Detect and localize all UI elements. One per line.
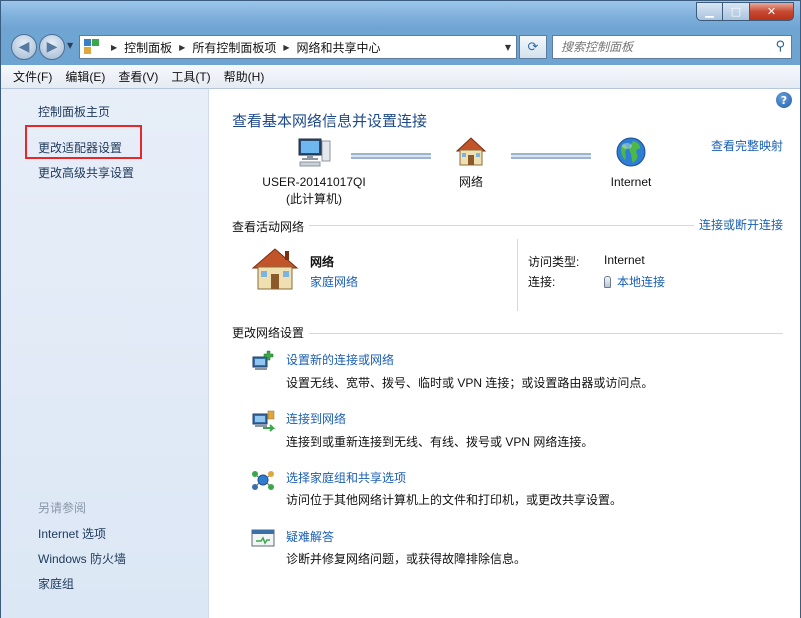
sidebar-item-firewall[interactable]: Windows 防火墙 [38,550,126,567]
minimize-button[interactable]: ▁ [696,2,723,21]
section-divider [309,333,783,334]
window-controls: ▁ □ ✕ [696,2,794,21]
address-bar[interactable]: ▶ 控制面板 ▶ 所有控制面板项 ▶ 网络和共享中心 ▼ [79,35,517,59]
menu-bar: 文件(F) 编辑(E) 查看(V) 工具(T) 帮助(H) [1,65,800,89]
help-icon[interactable]: ? [776,92,792,108]
internet-label: Internet [610,175,652,189]
map-node-internet[interactable]: Internet [591,135,671,191]
main-panel: ? 查看基本网络信息并设置连接 查看完整映射 USER-20141017QI (… [209,89,800,618]
new-connection-icon [252,350,274,370]
breadcrumb-separator-icon[interactable]: ▶ [111,43,117,52]
homegroup-sharing-link[interactable]: 选择家庭组和共享选项 [286,469,406,486]
navigation-bar: ◀ ▶ ▼ ▶ 控制面板 ▶ 所有控制面板项 ▶ 网络和共享中心 ▼ ⟳ ⚲ [1,29,800,65]
sidebar-item-homegroup[interactable]: 家庭组 [38,575,74,592]
sidebar: 控制面板主页 更改适配器设置 更改高级共享设置 另请参阅 Internet 选项… [1,89,209,618]
menu-edit[interactable]: 编辑(E) [65,68,105,85]
map-node-network[interactable]: 网络 [431,135,511,191]
close-button[interactable]: ✕ [750,2,794,21]
homegroup-icon [252,471,274,490]
connect-to-network-desc: 连接到或重新连接到无线、有线、拨号或 VPN 网络连接。 [286,435,594,449]
breadcrumb-separator-icon[interactable]: ▶ [179,43,185,52]
map-node-computer[interactable]: USER-20141017QI (此计算机) [254,135,374,208]
address-dropdown-icon[interactable]: ▼ [500,43,516,52]
computer-sub-label: (此计算机) [286,192,342,206]
computer-icon [298,138,331,167]
troubleshoot-desc: 诊断并修复网络问题，或获得故障排除信息。 [286,552,527,566]
sidebar-item-home[interactable]: 控制面板主页 [38,103,110,120]
network-adapter-icon [604,275,611,288]
house-icon [455,137,487,166]
refresh-icon: ⟳ [527,39,539,55]
homegroup-sharing-desc: 访问位于其他网络计算机上的文件和打印机，或更改共享设置。 [286,493,623,507]
view-full-map-link[interactable]: 查看完整映射 [711,137,783,154]
setup-connection-link[interactable]: 设置新的连接或网络 [286,351,394,368]
page-title: 查看基本网络信息并设置连接 [232,113,428,130]
breadcrumb-separator-icon[interactable]: ▶ [283,43,289,52]
maximize-button[interactable]: □ [723,2,750,21]
active-networks-title: 查看活动网络 [232,220,305,234]
computer-name: USER-20141017QI [262,175,366,189]
title-bar[interactable]: ▁ □ ✕ [1,1,800,29]
access-type-value: Internet [604,253,645,267]
map-connector [351,153,431,159]
access-type-label: 访问类型: [528,255,580,269]
home-network-icon [251,248,299,290]
search-box[interactable]: ⚲ [552,35,792,59]
section-divider [309,225,694,226]
recent-pages-dropdown-icon[interactable]: ▼ [67,41,73,50]
breadcrumb-network-center[interactable]: 网络和共享中心 [297,39,381,56]
sidebar-item-internet-options[interactable]: Internet 选项 [38,525,106,542]
search-icon[interactable]: ⚲ [775,39,785,54]
refresh-button[interactable]: ⟳ [519,35,547,59]
local-connection-link[interactable]: 本地连接 [604,273,665,290]
control-panel-icon [84,39,100,55]
map-connector [511,153,591,159]
highlight-box [25,125,142,159]
content-area: 控制面板主页 更改适配器设置 更改高级共享设置 另请参阅 Internet 选项… [1,89,800,618]
back-button[interactable]: ◀ [11,34,37,60]
connect-to-network-icon [252,410,275,432]
troubleshoot-link[interactable]: 疑难解答 [286,528,334,545]
forward-arrow-icon: ▶ [46,39,58,55]
menu-tools[interactable]: 工具(T) [171,68,210,85]
menu-view[interactable]: 查看(V) [118,68,158,85]
connect-to-network-link[interactable]: 连接到网络 [286,410,346,427]
network-label: 网络 [458,175,483,189]
network-type-link[interactable]: 家庭网络 [310,273,358,290]
window: ▁ □ ✕ ◀ ▶ ▼ ▶ 控制面板 ▶ 所有控制面板项 ▶ 网络和共享中心 ▼… [0,0,801,618]
breadcrumb-control-panel[interactable]: 控制面板 [124,39,172,56]
active-network-name: 网络 [310,255,335,269]
back-arrow-icon: ◀ [18,39,30,55]
menu-file[interactable]: 文件(F) [13,68,52,85]
sidebar-item-advanced-sharing[interactable]: 更改高级共享设置 [38,164,134,181]
menu-help[interactable]: 帮助(H) [224,68,265,85]
search-input[interactable] [561,40,761,54]
globe-icon [616,137,646,167]
setup-connection-desc: 设置无线、宽带、拨号、临时或 VPN 连接；或设置路由器或访问点。 [286,376,654,390]
connection-label: 连接: [528,275,556,289]
change-settings-title: 更改网络设置 [232,326,305,340]
connect-disconnect-link[interactable]: 连接或断开连接 [699,216,783,233]
see-also-heading: 另请参阅 [38,501,87,515]
local-connection-label[interactable]: 本地连接 [617,273,665,290]
forward-button[interactable]: ▶ [39,34,65,60]
vertical-divider [517,239,518,311]
breadcrumb-all-items[interactable]: 所有控制面板项 [192,39,276,56]
troubleshoot-icon [251,529,275,547]
